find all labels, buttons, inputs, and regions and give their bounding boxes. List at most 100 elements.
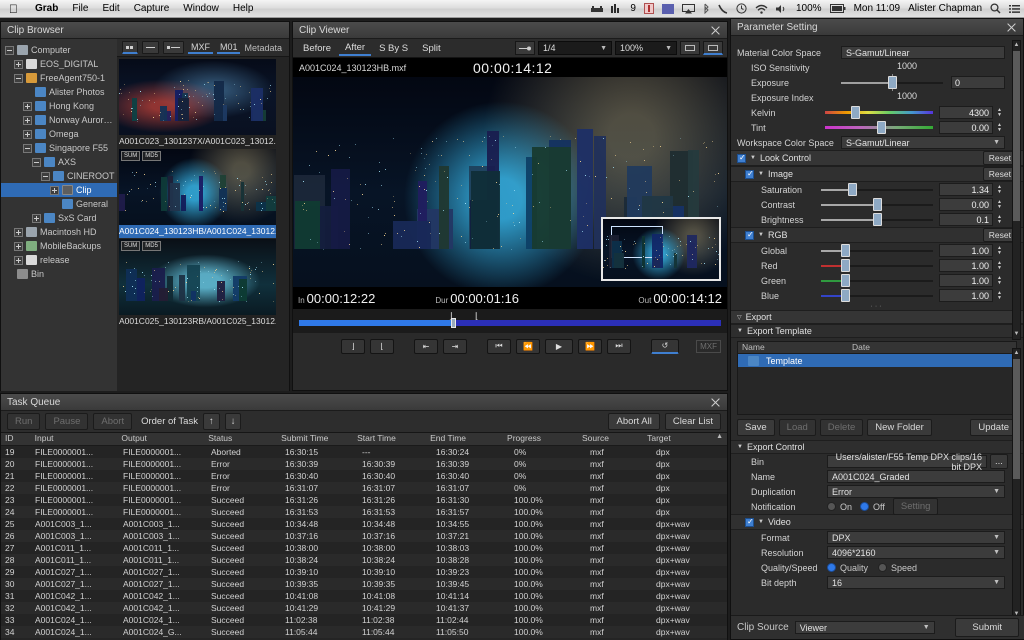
- airplay-icon[interactable]: [678, 3, 699, 14]
- contrast-slider[interactable]: [821, 198, 933, 211]
- column-header-start-time[interactable]: Start Time: [353, 433, 426, 445]
- table-row[interactable]: 27 A001C011_1... A001C011_1... Succeed 10:38…: [1, 542, 727, 554]
- step-back-button[interactable]: ⏪: [516, 338, 540, 354]
- parameter-scrollbar-upper[interactable]: ▲ ▼: [1012, 40, 1021, 340]
- clip-source-dropdown[interactable]: Viewer ▼: [794, 621, 935, 634]
- section-look-control[interactable]: ▼ Look Control Reset: [731, 150, 1023, 166]
- clip-viewer-toolbar[interactable]: Before After S By S Split 1/4 ▼ 100% ▼: [293, 39, 727, 58]
- menu-item-grab[interactable]: Grab: [28, 3, 65, 14]
- rgb-checkbox[interactable]: [745, 230, 754, 240]
- collapse-icon[interactable]: [41, 171, 50, 181]
- tree-item-hong-kong[interactable]: Hong Kong: [1, 99, 117, 113]
- tree-item-macintosh-hd[interactable]: Macintosh HD: [1, 225, 117, 239]
- phone-icon[interactable]: [714, 4, 732, 14]
- step-forward-button[interactable]: ⏩: [578, 338, 602, 354]
- table-row[interactable]: 29 A001C027_1... A001C027_1... Succeed 10:39…: [1, 566, 727, 578]
- thumbnail-image[interactable]: SUM MD5: [118, 149, 276, 225]
- section-video[interactable]: ▼ Video: [731, 514, 1023, 530]
- apple-logo-icon[interactable]: : [0, 3, 28, 15]
- battery-icon[interactable]: [826, 4, 850, 13]
- pip-navigator[interactable]: [601, 217, 721, 281]
- saturation-knob[interactable]: [848, 183, 858, 196]
- collapse-icon[interactable]: [32, 157, 41, 167]
- global-stepper[interactable]: ▲ ▼: [995, 244, 1004, 257]
- table-row[interactable]: 22 FILE0000001... FILE0000001... Error 16:31…: [1, 482, 727, 494]
- parameter-scroll-area[interactable]: Material Color Space S-Gamut/Linear ISO …: [731, 36, 1023, 621]
- kelvin-value[interactable]: 4300: [939, 106, 993, 119]
- tab-split[interactable]: Split: [416, 41, 446, 55]
- kelvin-knob[interactable]: [850, 106, 860, 119]
- task-queue-header[interactable]: ID Input Output Status Submit Time Start Time…: [1, 433, 727, 446]
- image-checkbox[interactable]: [745, 169, 754, 179]
- notification-setting-button[interactable]: Setting: [892, 498, 939, 515]
- menu-bar[interactable]:  Grab File Edit Capture Window Help 9 1…: [0, 0, 1024, 18]
- disclosure-triangle-icon[interactable]: ▼: [737, 328, 743, 334]
- mark-in-button[interactable]: ⌋: [341, 338, 365, 354]
- export-template-row[interactable]: Template: [738, 354, 1016, 367]
- pause-button[interactable]: Pause: [45, 413, 89, 430]
- expand-icon[interactable]: [14, 59, 23, 69]
- template-new-folder-button[interactable]: New Folder: [867, 419, 932, 436]
- clear-list-button[interactable]: Clear List: [664, 413, 721, 430]
- disclosure-triangle-icon[interactable]: ▽: [737, 314, 742, 321]
- filter-m01-button[interactable]: M01: [216, 42, 241, 54]
- look-control-checkbox[interactable]: [737, 153, 746, 163]
- tree-item-singapore-f55[interactable]: Singapore F55: [1, 141, 117, 155]
- scale-dropdown[interactable]: 1/4 ▼: [538, 41, 612, 55]
- tab-after[interactable]: After: [339, 40, 372, 56]
- contrast-knob[interactable]: [873, 198, 882, 211]
- view-list-icon[interactable]: [141, 41, 159, 54]
- column-header-source[interactable]: Source: [578, 433, 643, 445]
- scroll-up-icon[interactable]: ▲: [1013, 41, 1020, 50]
- brightness-value[interactable]: 0.1: [939, 213, 993, 226]
- tree-item-alister-photos[interactable]: Alister Photos: [1, 85, 117, 99]
- audio-meter-icon[interactable]: [607, 3, 626, 14]
- blue-knob[interactable]: [840, 289, 850, 302]
- blue-stepper[interactable]: ▲ ▼: [995, 289, 1004, 302]
- goto-out-button[interactable]: ⇥: [443, 338, 467, 354]
- disclosure-triangle-icon[interactable]: ▼: [737, 444, 743, 450]
- global-knob[interactable]: [840, 244, 850, 257]
- table-row[interactable]: 28 A001C011_1... A001C011_1... Succeed 10:38…: [1, 554, 727, 566]
- tint-stepper[interactable]: ▲ ▼: [995, 121, 1004, 134]
- alert-icon[interactable]: [640, 3, 658, 14]
- global-value[interactable]: 1.00: [939, 244, 993, 257]
- task-queue-rows[interactable]: 19 FILE0000001... FILE0000001... Aborted 16:…: [1, 446, 727, 640]
- scrollbar-thumb[interactable]: [1013, 51, 1020, 221]
- name-field[interactable]: A001C024_Graded: [827, 470, 1005, 483]
- pip-view-icon[interactable]: [703, 41, 723, 55]
- close-icon[interactable]: [710, 25, 721, 36]
- tree-item-axs[interactable]: AXS: [1, 155, 117, 169]
- bin-browse-button[interactable]: ...: [990, 454, 1008, 469]
- tint-knob[interactable]: [876, 121, 886, 134]
- video-checkbox[interactable]: [745, 517, 754, 527]
- network-icon[interactable]: [587, 4, 607, 14]
- table-row[interactable]: 19 FILE0000001... FILE0000001... Aborted 16:…: [1, 446, 727, 458]
- green-stepper[interactable]: ▲ ▼: [995, 274, 1004, 287]
- table-row[interactable]: 21 FILE0000001... FILE0000001... Error 16:30…: [1, 470, 727, 482]
- menu-item-capture[interactable]: Capture: [127, 3, 177, 14]
- column-header-progress[interactable]: Progress: [503, 433, 578, 445]
- menu-item-window[interactable]: Window: [176, 3, 226, 14]
- wifi-icon[interactable]: [751, 4, 772, 14]
- blue-value[interactable]: 1.00: [939, 289, 993, 302]
- time-machine-icon[interactable]: [732, 3, 751, 14]
- view-grid-icon[interactable]: [121, 41, 138, 54]
- goto-end-button[interactable]: ⏭: [607, 338, 631, 354]
- workspace-color-space-dropdown[interactable]: S-Gamut/Linear ▼: [841, 136, 1005, 149]
- green-knob[interactable]: [840, 274, 850, 287]
- template-load-button[interactable]: Load: [778, 419, 816, 436]
- contrast-stepper[interactable]: ▲ ▼: [995, 198, 1004, 211]
- blue-slider[interactable]: [821, 289, 933, 302]
- tree-item-mobilebackups[interactable]: MobileBackups: [1, 239, 117, 253]
- template-update-button[interactable]: Update: [970, 419, 1017, 436]
- filter-mxf-button[interactable]: MXF: [187, 42, 213, 54]
- clip-browser-toolbar[interactable]: MXF M01 Metadata: [116, 39, 289, 57]
- kelvin-stepper[interactable]: ▲ ▼: [995, 106, 1004, 119]
- table-row[interactable]: 20 FILE0000001... FILE0000001... Error 16:30…: [1, 458, 727, 470]
- thumbnail-item[interactable]: SUM MD5 A001C024_130123HB/A001C024_13012..…: [118, 149, 276, 238]
- thumbnail-item[interactable]: SUM MD5 A001C025_130123RB/A001C025_13012..…: [118, 239, 276, 328]
- exposure-knob[interactable]: [887, 76, 897, 89]
- spotlight-search-icon[interactable]: [986, 3, 1005, 14]
- single-view-icon[interactable]: [680, 41, 700, 55]
